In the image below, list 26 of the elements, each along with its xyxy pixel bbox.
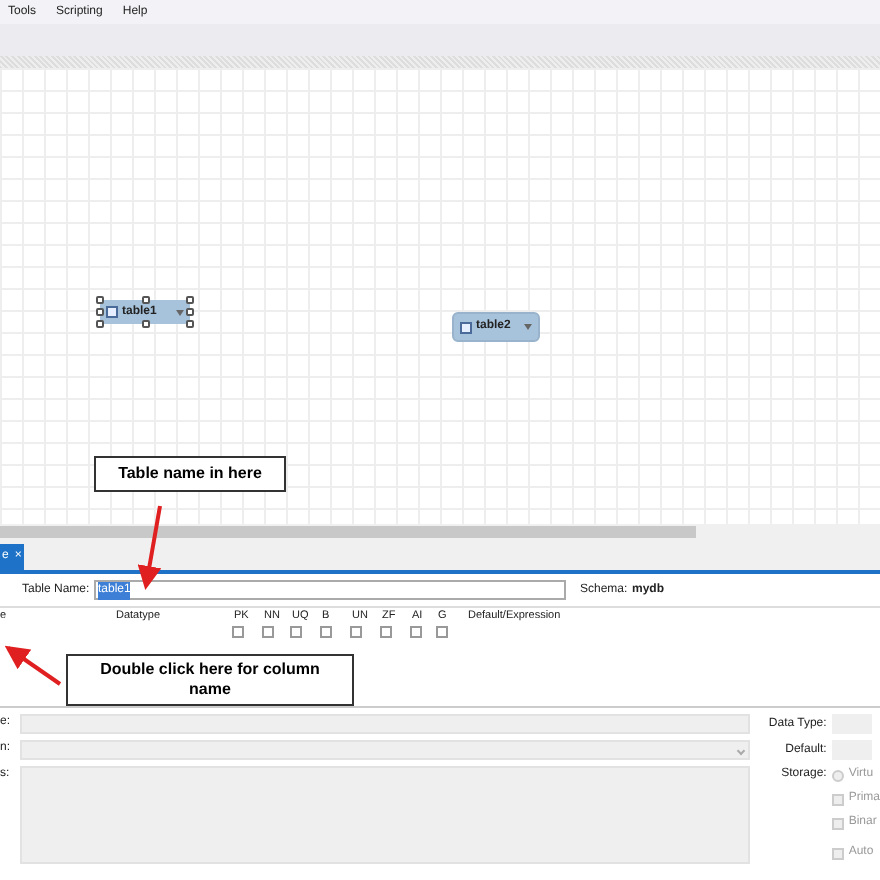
comments-field[interactable]	[20, 766, 750, 864]
resize-handle[interactable]	[141, 320, 149, 328]
checkbox[interactable]	[350, 626, 362, 638]
checkbox[interactable]	[832, 847, 845, 859]
arrow	[4, 645, 62, 686]
text-field[interactable]	[20, 714, 750, 734]
callout-text: Double click here for column name	[98, 660, 322, 700]
checkbox[interactable]	[232, 626, 244, 638]
checkbox[interactable]	[832, 793, 845, 805]
radio-button[interactable]	[832, 769, 845, 781]
checkbox[interactable]	[262, 626, 274, 638]
checkbox[interactable]	[320, 626, 332, 638]
checkbox[interactable]	[832, 817, 845, 829]
resize-handle[interactable]	[141, 296, 149, 304]
chevron-icon	[736, 745, 746, 755]
checkbox[interactable]	[410, 626, 422, 638]
checkbox[interactable]	[290, 626, 302, 638]
dropdown-icon[interactable]	[524, 324, 532, 330]
select-field[interactable]	[20, 740, 750, 760]
checkbox[interactable]	[436, 626, 448, 638]
scrollbar-thumb[interactable]	[0, 526, 696, 538]
callout-text: Table name in here	[118, 462, 262, 486]
table-icon	[106, 306, 118, 318]
checkbox[interactable]	[380, 626, 392, 638]
arrow	[137, 505, 162, 590]
table-icon	[460, 321, 472, 333]
